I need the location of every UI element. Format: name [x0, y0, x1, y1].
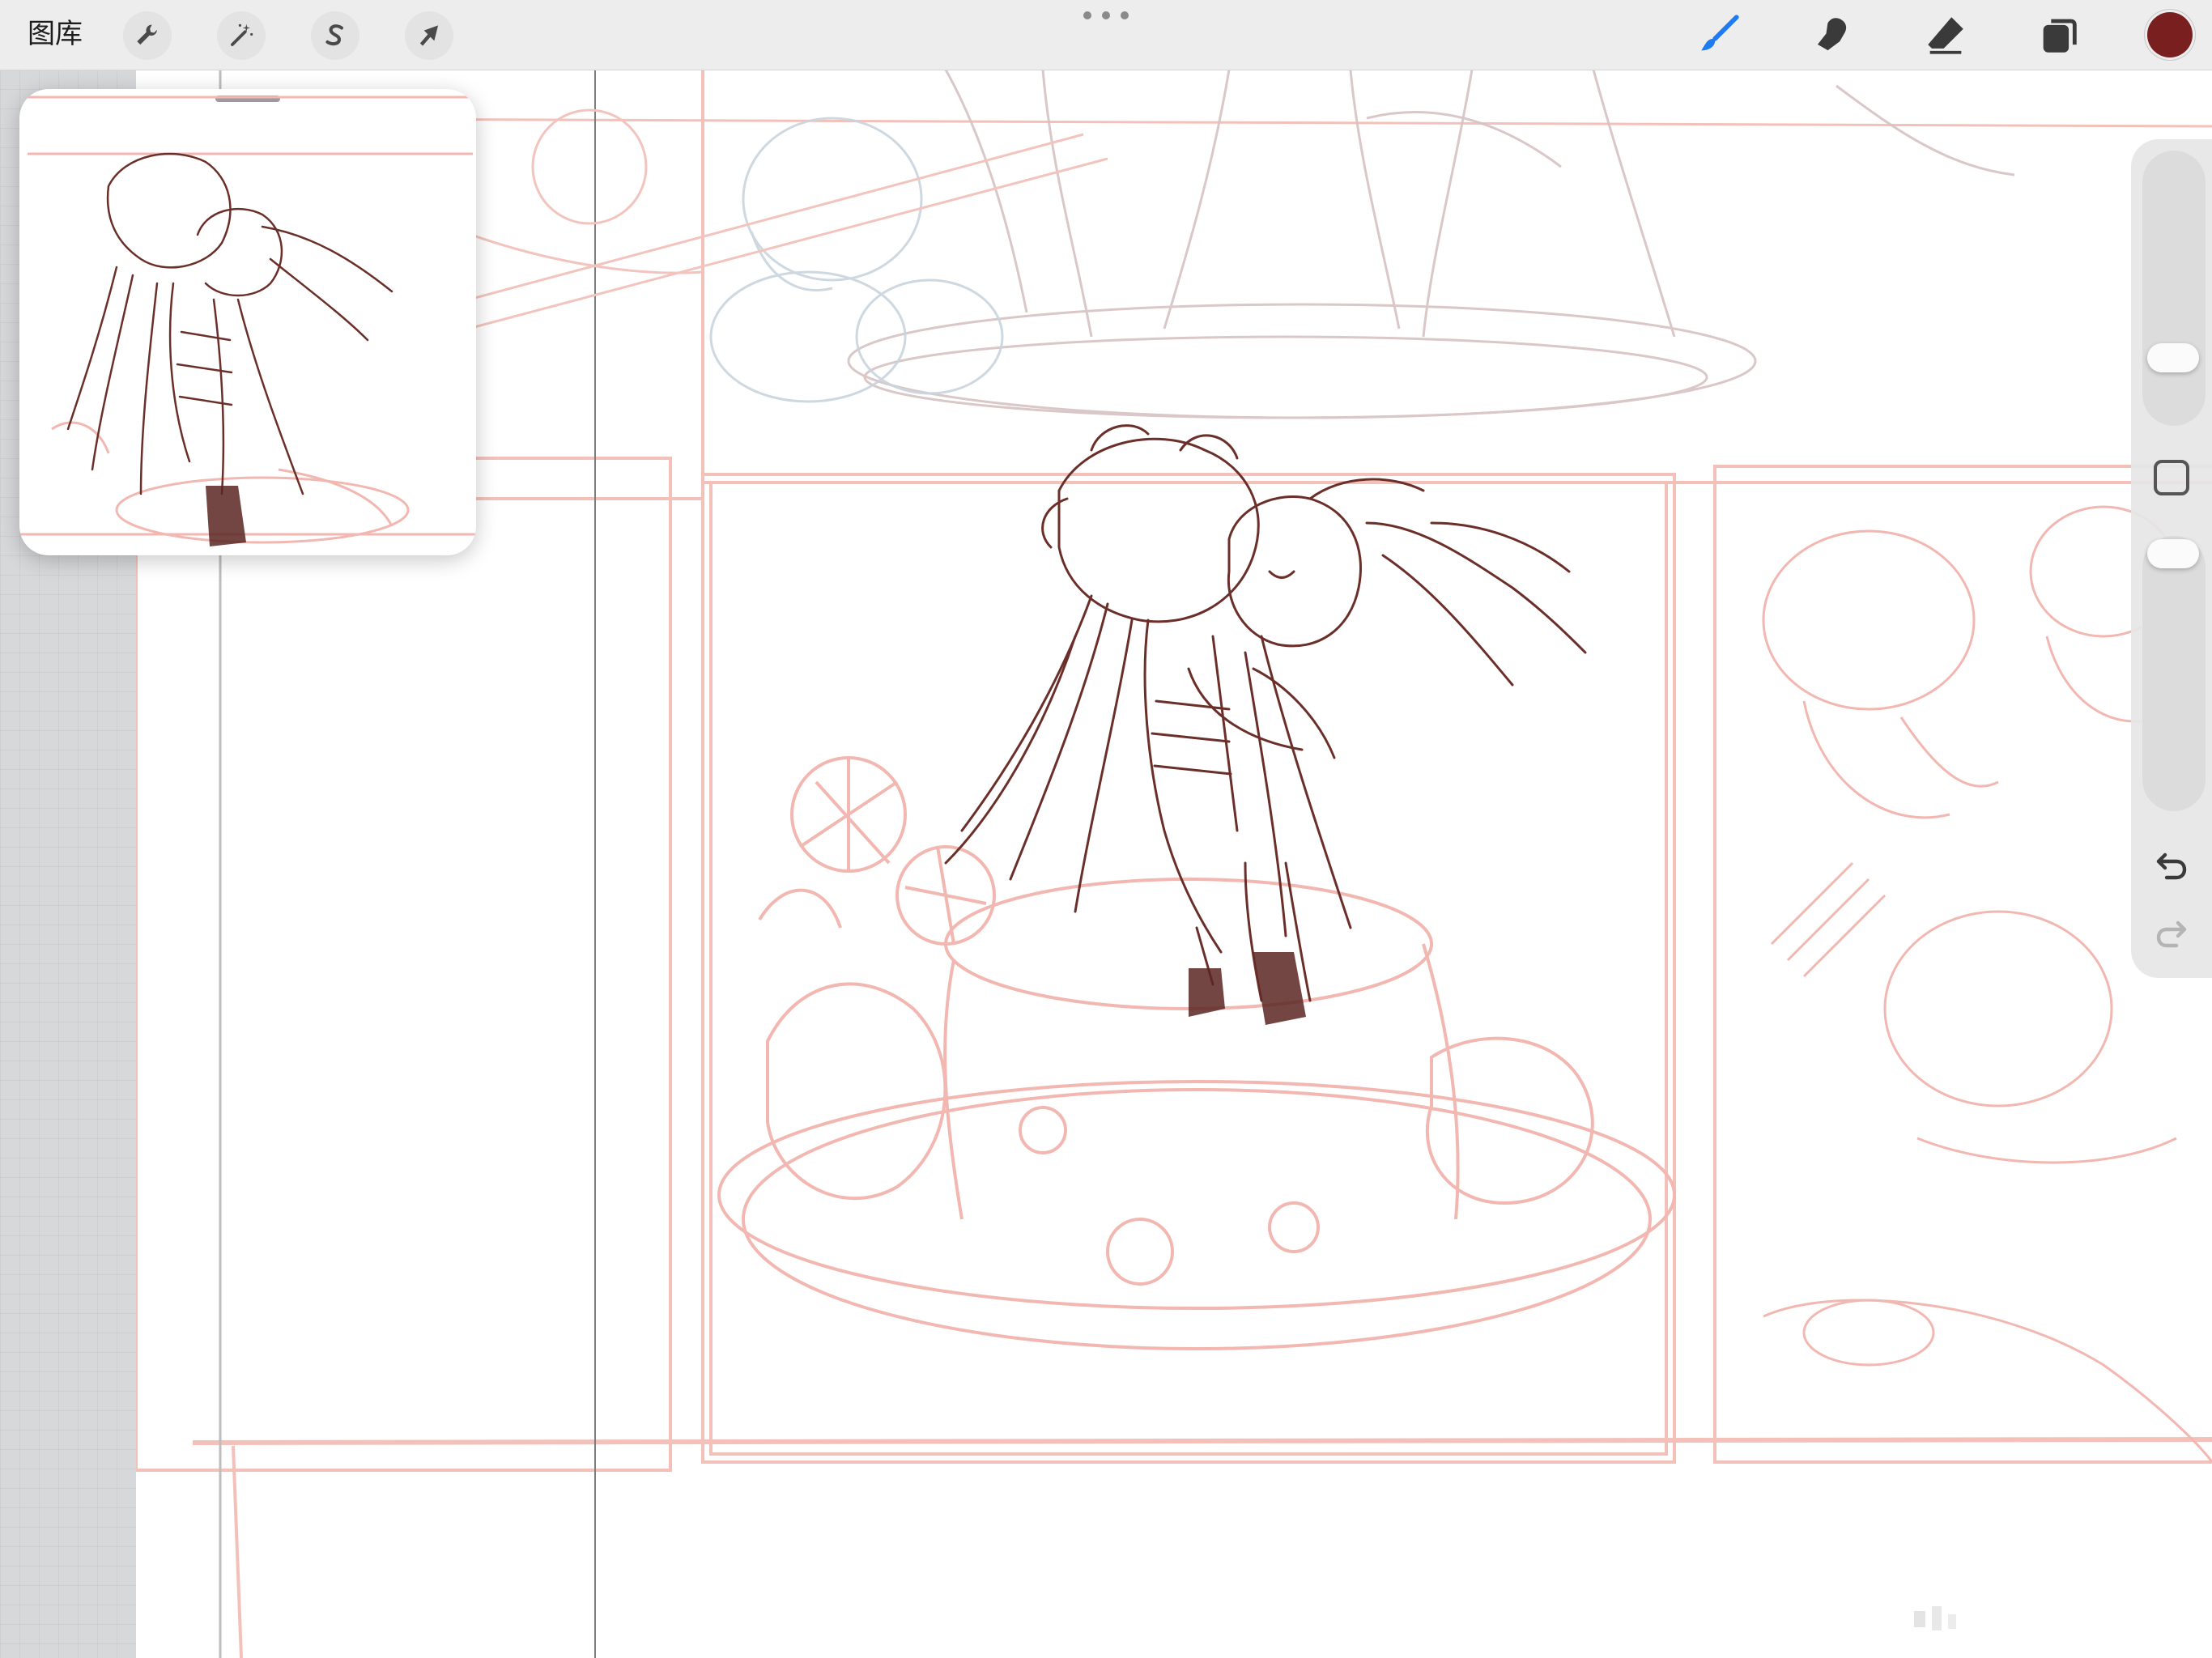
sidebar [2131, 139, 2212, 978]
opacity-thumb[interactable] [2147, 539, 2199, 568]
current-color-swatch[interactable] [2147, 12, 2193, 57]
brush-tool-button[interactable] [1692, 8, 1746, 62]
square-icon[interactable] [2154, 460, 2189, 495]
reference-window[interactable] [19, 89, 476, 555]
eraser-tool-button[interactable] [1919, 8, 1972, 62]
smudge-icon [1817, 18, 1847, 51]
home-indicator-icon [1914, 1606, 1956, 1630]
ellipsis-icon[interactable] [1083, 6, 1129, 24]
redo-button[interactable] [2149, 912, 2194, 957]
top-toolbar: 图库 [0, 0, 2212, 70]
opacity-slider[interactable] [2142, 536, 2206, 811]
undo-button[interactable] [2149, 844, 2194, 889]
undo-icon [2156, 852, 2187, 880]
selection-button[interactable] [311, 11, 359, 60]
gallery-button[interactable]: 图库 [28, 18, 83, 50]
reference-image [19, 96, 476, 546]
selection-s-icon [325, 24, 343, 46]
magic-wand-icon [231, 23, 253, 46]
eraser-icon [1928, 17, 1963, 54]
arrow-cursor-icon [419, 25, 439, 46]
brush-size-thumb[interactable] [2147, 343, 2199, 372]
brush-size-slider[interactable] [2142, 151, 2206, 426]
wrench-icon [137, 24, 157, 45]
transform-button[interactable] [405, 11, 453, 60]
actions-button[interactable] [123, 11, 172, 60]
panel-border-top-right [701, 70, 2212, 484]
layers-button[interactable] [2032, 8, 2086, 62]
panel-border-middle-left [136, 457, 672, 1472]
brush-icon [1701, 15, 1739, 51]
adjustments-button[interactable] [217, 11, 266, 60]
redo-icon [2156, 920, 2187, 948]
layers-icon [2043, 19, 2077, 53]
smudge-tool-button[interactable] [1806, 8, 1859, 62]
